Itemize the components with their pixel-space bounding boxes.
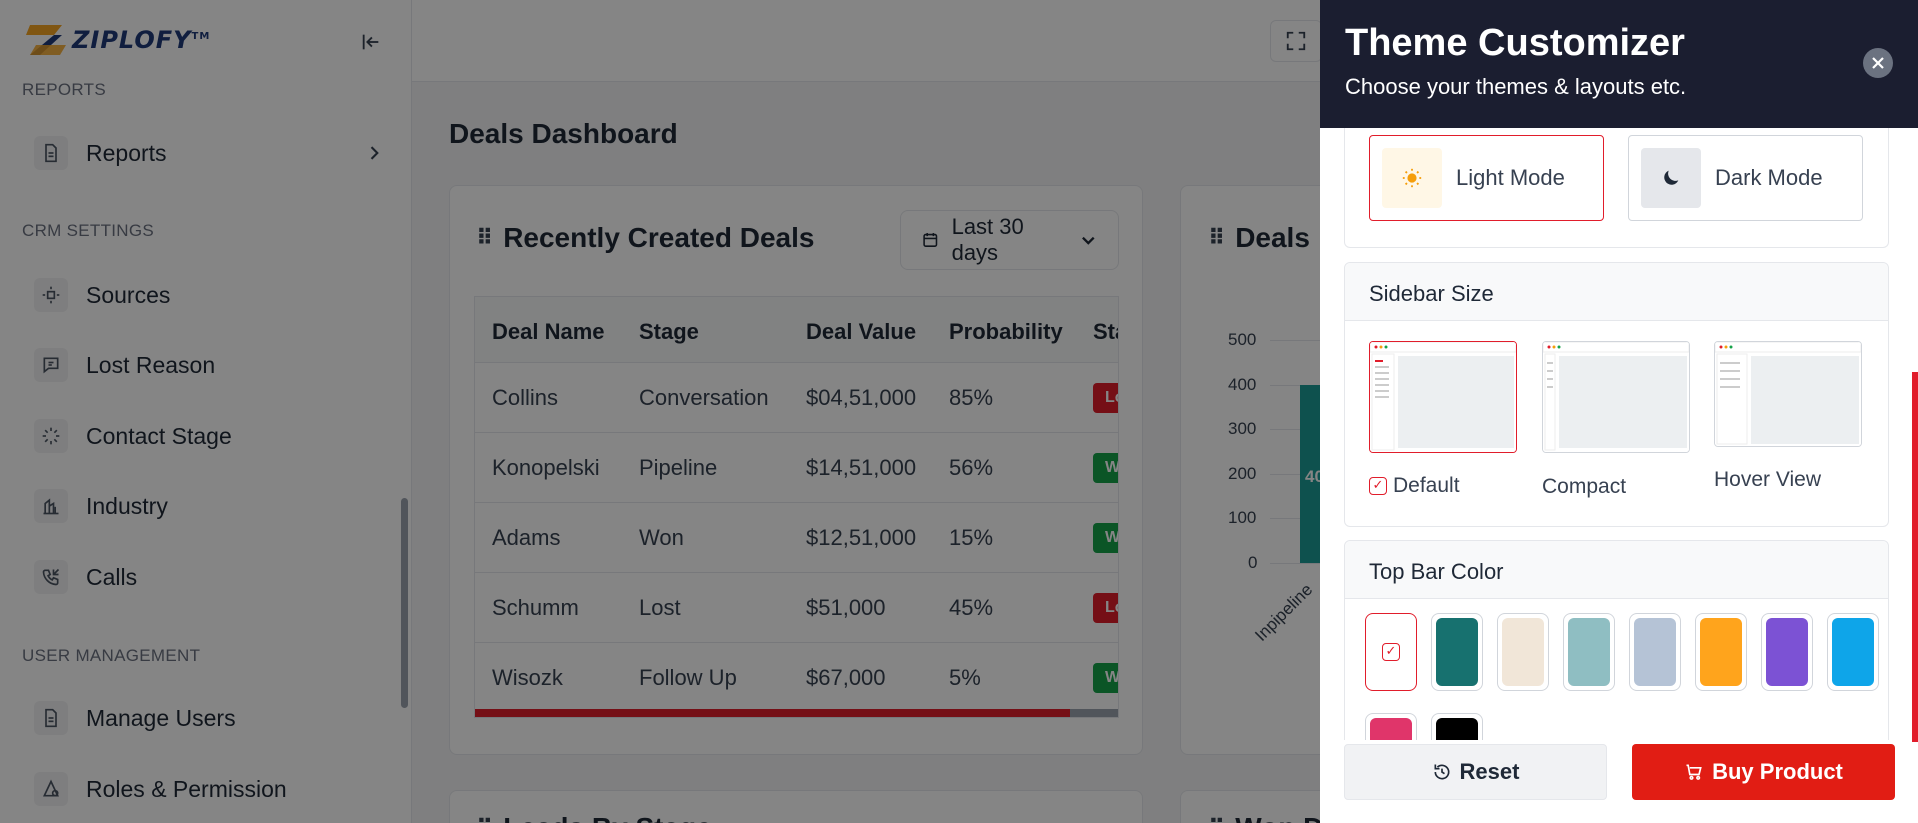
color-swatch[interactable] [1365,713,1417,740]
layout-default-preview-icon [1370,342,1516,452]
sidebar-size-hover-label[interactable]: Hover View [1714,468,1821,492]
swatch-fill [1502,618,1544,686]
swatch-fill [1700,618,1742,686]
swatch-fill [1436,618,1478,686]
reset-label: Reset [1459,759,1520,784]
panel-header: Theme Customizer Choose your themes & la… [1320,0,1918,128]
swatch-fill [1436,718,1478,740]
panel-subtitle: Choose your themes & layouts etc. [1345,74,1687,99]
card-title: Top Bar Color [1369,559,1504,584]
color-swatch[interactable]: ✓ [1365,613,1417,691]
cart-icon [1686,764,1702,780]
buy-label: Buy Product [1712,759,1843,784]
panel-footer: Reset Buy Product [1320,740,1918,823]
close-icon [1872,57,1884,69]
sidebar-size-default-option[interactable] [1369,341,1517,453]
sidebar-size-card: Sidebar Size ✓ Default Compact Hover Vie… [1344,262,1889,527]
buy-product-button[interactable]: Buy Product [1632,744,1895,800]
color-swatch[interactable] [1761,613,1813,691]
mode-label: Dark Mode [1715,165,1823,190]
color-swatch[interactable] [1563,613,1615,691]
card-title: Sidebar Size [1369,281,1494,306]
sidebar-size-compact-option[interactable] [1542,341,1690,453]
color-swatch[interactable] [1827,613,1879,691]
mode-label: Light Mode [1456,165,1565,190]
dark-mode-option[interactable]: Dark Mode [1628,135,1863,221]
reset-icon [1434,764,1450,780]
check-icon: ✓ [1382,643,1400,661]
theme-customizer-panel: Theme Customizer Choose your themes & la… [1320,0,1918,823]
color-swatch[interactable] [1629,613,1681,691]
layout-hover-preview-icon [1715,342,1861,446]
sun-icon [1382,148,1442,208]
color-swatch[interactable] [1431,613,1483,691]
swatch-fill [1832,618,1874,686]
color-swatch[interactable] [1431,713,1483,740]
sidebar-size-default-label[interactable]: ✓ Default [1369,474,1460,498]
layout-compact-preview-icon [1543,342,1689,452]
light-mode-option[interactable]: Light Mode [1369,135,1604,221]
panel-body: Light Mode Dark Mode Sidebar Size ✓ Defa… [1320,128,1918,740]
swatch-fill [1634,618,1676,686]
theme-mode-card: Light Mode Dark Mode [1344,128,1889,248]
reset-button[interactable]: Reset [1344,744,1607,800]
swatch-fill: ✓ [1370,618,1412,686]
sidebar-size-compact-label[interactable]: Compact [1542,475,1626,499]
color-swatch[interactable] [1497,613,1549,691]
sidebar-size-hover-option[interactable] [1714,341,1862,447]
color-swatch[interactable] [1695,613,1747,691]
card-header: Sidebar Size [1345,263,1888,321]
check-icon: ✓ [1369,477,1387,496]
top-bar-color-card: Top Bar Color ✓ [1344,540,1889,740]
swatch-fill [1766,618,1808,686]
swatch-fill [1568,618,1610,686]
close-button[interactable] [1863,48,1893,78]
panel-title: Theme Customizer [1345,22,1685,64]
moon-icon [1641,148,1701,208]
panel-scrollbar[interactable] [1912,372,1918,742]
swatch-fill [1370,718,1412,740]
card-header: Top Bar Color [1345,541,1888,599]
